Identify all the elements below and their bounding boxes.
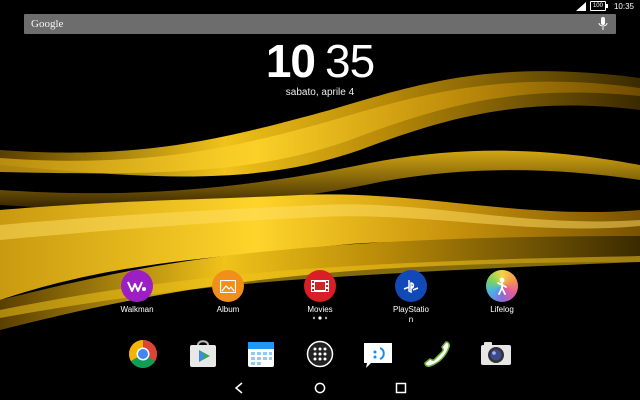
- messaging-icon[interactable]: [362, 338, 394, 370]
- play-store-icon[interactable]: [187, 338, 219, 370]
- app-label: Album: [216, 305, 240, 314]
- app-playstation[interactable]: PlayStatio n: [375, 270, 447, 325]
- mic-icon[interactable]: [598, 17, 608, 31]
- album-icon: [212, 270, 244, 302]
- home-apps: Walkman Album Movies PlayStatio n Lifelo…: [0, 270, 640, 330]
- battery-icon: 100: [589, 1, 608, 11]
- clock-hour: 10: [265, 35, 316, 87]
- navigation-bar: [0, 376, 640, 400]
- clock-time: 10 35: [254, 38, 386, 84]
- clock-date: sabato, aprile 4: [285, 87, 355, 98]
- page-indicator: [312, 316, 328, 320]
- google-label: Google: [31, 18, 64, 30]
- app-movies[interactable]: Movies: [284, 270, 356, 320]
- dock: [0, 336, 640, 370]
- status-bar: 100 10:35: [0, 0, 640, 12]
- chrome-icon[interactable]: [127, 338, 159, 370]
- phone-icon[interactable]: [421, 338, 453, 370]
- back-icon[interactable]: [229, 380, 249, 396]
- signal-icon: [575, 1, 586, 11]
- app-album[interactable]: Album: [192, 270, 264, 315]
- home-icon[interactable]: [310, 380, 330, 396]
- app-walkman[interactable]: Walkman: [101, 270, 173, 315]
- playstation-icon: [395, 270, 427, 302]
- lifelog-icon: [486, 270, 518, 302]
- calendar-icon[interactable]: [245, 338, 277, 370]
- app-label: Walkman: [120, 305, 154, 314]
- status-icons: 100 10:35: [575, 1, 634, 11]
- clock-widget[interactable]: 10 35 sabato, aprile 4: [254, 38, 386, 98]
- camera-icon[interactable]: [480, 338, 512, 370]
- app-label: Movies: [307, 305, 333, 314]
- app-label: PlayStatio n: [392, 305, 430, 324]
- google-search-bar[interactable]: Google: [24, 14, 616, 34]
- app-drawer-icon[interactable]: [304, 338, 336, 370]
- app-label: Lifelog: [490, 305, 514, 314]
- movies-icon: [304, 270, 336, 302]
- app-lifelog[interactable]: Lifelog: [466, 270, 538, 315]
- clock-minute: 35: [325, 35, 375, 87]
- recents-icon[interactable]: [391, 380, 411, 396]
- status-time: 10:35: [613, 1, 634, 11]
- walkman-icon: [121, 270, 153, 302]
